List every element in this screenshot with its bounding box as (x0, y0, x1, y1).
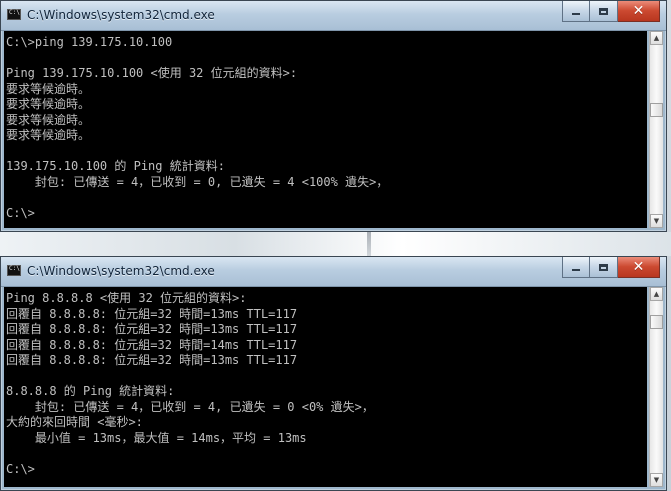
minimize-icon (572, 269, 580, 271)
cmd-window-bottom[interactable]: C:\Windows\system32\cmd.exe ✕ Ping 8.8.8… (0, 256, 667, 491)
window-controls: ✕ (562, 257, 660, 278)
window-title: C:\Windows\system32\cmd.exe (27, 8, 215, 22)
maximize-button[interactable] (590, 1, 618, 22)
console-line: 回覆自 8.8.8.8: 位元組=32 時間=14ms TTL=117 (6, 337, 298, 352)
maximize-button[interactable] (590, 257, 618, 278)
maximize-icon (599, 263, 608, 271)
console-line: 139.175.10.100 的 Ping 統計資料: (6, 159, 225, 173)
console-line: 回覆自 8.8.8.8: 位元組=32 時間=13ms TTL=117 (6, 353, 298, 367)
scroll-down-button[interactable]: ▼ (650, 214, 663, 228)
console-line: 大約的來回時間 <毫秒>: (6, 415, 143, 429)
console-line: 最小值 = 13ms，最大值 = 14ms，平均 = 13ms (6, 430, 307, 445)
console-line: 回覆自 8.8.8.8: 位元組=32 時間=13ms TTL=117 (6, 322, 298, 336)
close-icon: ✕ (632, 3, 645, 19)
title-bar[interactable]: C:\Windows\system32\cmd.exe ✕ (1, 257, 666, 287)
scrollbar-thumb[interactable] (650, 103, 663, 117)
console-output[interactable]: C:\>ping 139.175.10.100 Ping 139.175.10.… (4, 31, 647, 228)
console-output[interactable]: Ping 8.8.8.8 <使用 32 位元組的資料>: 回覆自 8.8.8.8… (4, 287, 647, 487)
console-line: 回覆自 8.8.8.8: 位元組=32 時間=13ms TTL=117 (6, 306, 298, 321)
scroll-up-button[interactable]: ▲ (650, 287, 663, 301)
close-button[interactable]: ✕ (618, 1, 660, 22)
scrollbar-thumb[interactable] (650, 315, 663, 329)
console-line: Ping 8.8.8.8 <使用 32 位元組的資料>: (6, 291, 247, 305)
vertical-scrollbar[interactable]: ▲ ▼ (649, 287, 663, 487)
scroll-up-button[interactable]: ▲ (650, 31, 663, 45)
minimize-button[interactable] (562, 1, 590, 22)
console-line: 8.8.8.8 的 Ping 統計資料: (6, 384, 175, 398)
vertical-scrollbar[interactable]: ▲ ▼ (649, 31, 663, 228)
console-line: 要求等候逾時。 (6, 81, 91, 96)
desktop: C:\Windows\system32\cmd.exe ✕ C:\>ping 1… (0, 0, 671, 491)
cmd-window-top[interactable]: C:\Windows\system32\cmd.exe ✕ C:\>ping 1… (0, 0, 667, 232)
console-line: 要求等候逾時。 (6, 128, 91, 142)
console-prompt[interactable]: C:\> (6, 206, 647, 222)
cmd-icon (7, 9, 21, 20)
close-button[interactable]: ✕ (618, 257, 660, 278)
window-controls: ✕ (562, 1, 660, 22)
console-line: 要求等候逾時。 (6, 97, 91, 111)
minimize-button[interactable] (562, 257, 590, 278)
console-line: 要求等候逾時。 (6, 112, 91, 127)
chevron-up-icon: ▲ (653, 34, 660, 42)
title-bar[interactable]: C:\Windows\system32\cmd.exe ✕ (1, 1, 666, 31)
scroll-down-button[interactable]: ▼ (650, 473, 663, 487)
window-title: C:\Windows\system32\cmd.exe (27, 264, 215, 278)
console-line: 封包: 已傳送 = 4，已收到 = 4, 已遺失 = 0 <0% 遺失>， (6, 399, 374, 414)
cmd-icon (7, 265, 21, 276)
minimize-icon (572, 13, 580, 15)
chevron-down-icon: ▼ (653, 476, 660, 484)
console-prompt[interactable]: C:\> (6, 462, 647, 478)
console-line: Ping 139.175.10.100 <使用 32 位元組的資料>: (6, 66, 298, 80)
chevron-up-icon: ▲ (653, 290, 660, 298)
console-line: C:\>ping 139.175.10.100 (6, 35, 173, 49)
maximize-icon (599, 7, 608, 15)
chevron-down-icon: ▼ (653, 217, 660, 225)
desktop-background-strip (0, 232, 671, 256)
close-icon: ✕ (632, 259, 645, 275)
console-line: 封包: 已傳送 = 4，已收到 = 0, 已遺失 = 4 <100% 遺失>， (6, 174, 389, 189)
